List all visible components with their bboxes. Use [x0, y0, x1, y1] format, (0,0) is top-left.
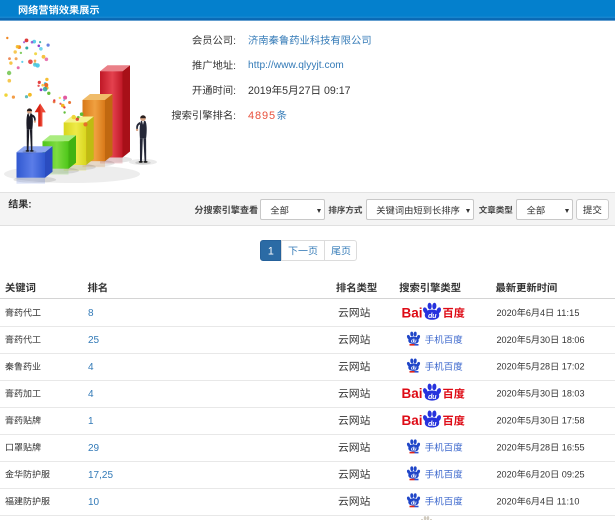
svg-text:5: 5 — [526, 335, 531, 345]
svg-text:16:55: 16:55 — [562, 443, 585, 453]
svg-text:1: 1 — [88, 416, 94, 427]
svg-text:1: 1 — [268, 246, 274, 258]
svg-text:4: 4 — [540, 308, 545, 318]
svg-text:2020: 2020 — [497, 389, 517, 399]
svg-text:http://www.qlyyjt.com: http://www.qlyyjt.com — [248, 60, 344, 71]
svg-text:5: 5 — [526, 362, 531, 372]
svg-text:2020: 2020 — [497, 308, 517, 318]
svg-text:18:03: 18:03 — [562, 389, 585, 399]
svg-text:28: 28 — [540, 443, 550, 453]
svg-text:18:06: 18:06 — [562, 335, 585, 345]
svg-text:2020: 2020 — [497, 362, 517, 372]
svg-text:5: 5 — [282, 85, 288, 97]
svg-text:29: 29 — [88, 443, 100, 454]
svg-text::: : — [28, 200, 31, 211]
svg-text:30: 30 — [540, 389, 550, 399]
svg-text:du: du — [411, 339, 417, 345]
svg-text:17:58: 17:58 — [562, 416, 585, 426]
svg-text:du: du — [411, 446, 417, 452]
svg-text:10: 10 — [88, 497, 100, 508]
svg-text:09:17: 09:17 — [324, 85, 351, 97]
svg-text:8: 8 — [88, 308, 94, 319]
svg-text:du: du — [428, 311, 437, 320]
svg-text:5: 5 — [526, 416, 531, 426]
svg-text:2020: 2020 — [497, 469, 517, 479]
svg-text:Bai: Bai — [402, 413, 423, 428]
svg-text:4: 4 — [88, 389, 94, 400]
svg-text:6: 6 — [526, 469, 531, 479]
svg-text:4: 4 — [540, 496, 545, 506]
svg-text:2020: 2020 — [497, 416, 517, 426]
svg-text::: : — [233, 86, 236, 97]
svg-text:4: 4 — [88, 362, 94, 373]
svg-text:30: 30 — [540, 416, 550, 426]
svg-text:du: du — [411, 473, 417, 479]
svg-text::: : — [233, 111, 236, 122]
svg-text:6: 6 — [526, 308, 531, 318]
svg-text:5: 5 — [526, 389, 531, 399]
svg-text::: : — [233, 36, 236, 47]
svg-text:du: du — [411, 500, 417, 506]
svg-text:2019: 2019 — [248, 85, 272, 97]
svg-text:4895: 4895 — [248, 110, 276, 122]
svg-text:17,25: 17,25 — [88, 470, 113, 481]
svg-text:2020: 2020 — [497, 496, 517, 506]
svg-text:5: 5 — [526, 443, 531, 453]
svg-text:28: 28 — [540, 362, 550, 372]
svg-text:11:15: 11:15 — [557, 308, 580, 318]
svg-text:du: du — [428, 419, 437, 428]
svg-text:du: du — [411, 366, 417, 372]
svg-text:25: 25 — [88, 335, 100, 346]
svg-text:du: du — [428, 392, 437, 401]
svg-text:2020: 2020 — [497, 443, 517, 453]
svg-text:Bai: Bai — [402, 386, 423, 401]
svg-text::: : — [233, 61, 236, 72]
svg-text:6: 6 — [526, 496, 531, 506]
svg-text:27: 27 — [299, 85, 311, 97]
svg-text:30: 30 — [540, 335, 550, 345]
svg-text:Bai: Bai — [402, 305, 423, 320]
svg-text:11:10: 11:10 — [557, 496, 580, 506]
svg-text:09:25: 09:25 — [562, 469, 585, 479]
svg-text:17:02: 17:02 — [562, 362, 585, 372]
svg-text:20: 20 — [540, 469, 550, 479]
svg-text:2020: 2020 — [497, 335, 517, 345]
